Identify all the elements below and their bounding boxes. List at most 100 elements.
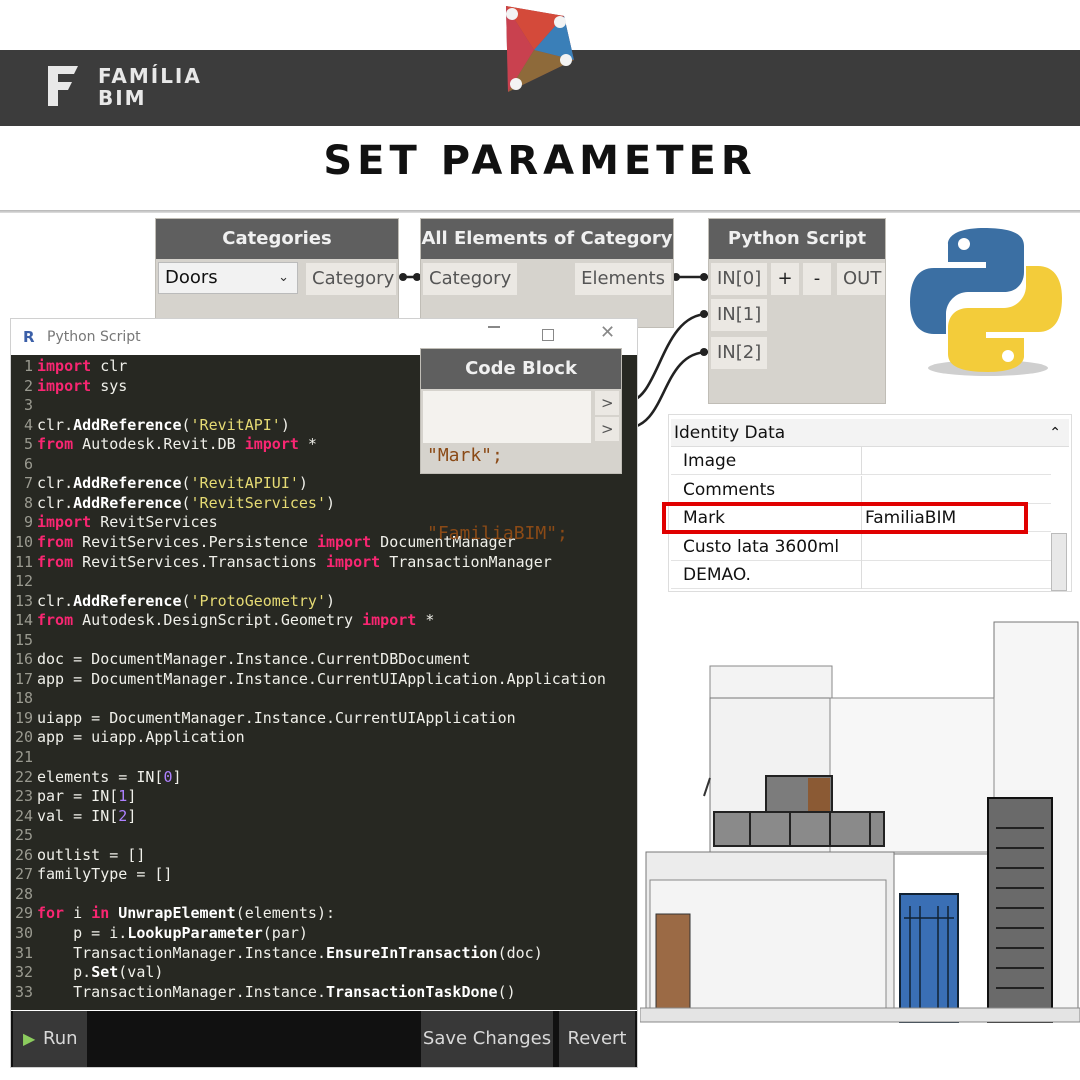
line-number: 32 <box>14 963 33 982</box>
line-number: 24 <box>14 806 33 825</box>
scrollbar[interactable] <box>1051 533 1067 591</box>
code-line: from Autodesk.Revit.DB import * <box>37 435 317 454</box>
add-input-button[interactable]: + <box>771 263 799 295</box>
revit-r-icon: R <box>23 328 35 346</box>
code-block-line-1: "Mark"; <box>427 445 503 466</box>
line-number: 4 <box>23 415 33 434</box>
python-input-port-2[interactable]: IN[2] <box>711 337 767 369</box>
code-line: import RevitServices <box>37 513 218 532</box>
line-number: 13 <box>14 591 33 610</box>
line-number: 12 <box>14 572 33 591</box>
dynamo-logo-icon <box>506 6 574 92</box>
identity-row[interactable]: Image <box>671 447 1051 475</box>
code-block-output-port-1[interactable]: > <box>595 391 619 415</box>
line-number: 21 <box>14 748 33 766</box>
code-line: app = uiapp.Application <box>37 728 245 747</box>
code-line: doc = DocumentManager.Instance.CurrentDB… <box>37 650 471 669</box>
code-line: p = i.LookupParameter(par) <box>37 923 308 942</box>
code-line: import clr <box>37 357 128 375</box>
line-number: 26 <box>14 845 33 864</box>
close-icon[interactable]: ✕ <box>600 324 615 342</box>
identity-row-value[interactable] <box>865 476 1049 504</box>
code-block-output-port-2[interactable]: > <box>595 417 619 441</box>
identity-row-label: Image <box>683 451 737 471</box>
code-line: clr.AddReference('RevitServices') <box>37 493 336 512</box>
line-number: 9 <box>23 513 33 532</box>
line-number: 15 <box>14 630 33 649</box>
revert-button[interactable]: Revert <box>559 1011 635 1067</box>
category-dropdown[interactable]: Doors ⌄ <box>158 262 298 294</box>
line-number: 25 <box>14 826 33 845</box>
maximize-icon[interactable] <box>542 329 554 341</box>
minimize-icon[interactable] <box>488 326 500 328</box>
code-block-editor[interactable]: "Mark"; "FamiliaBIM"; <box>423 391 591 544</box>
identity-row[interactable]: Custo lata 3600ml <box>671 532 1051 561</box>
column-separator <box>861 561 862 590</box>
python-input-port-1[interactable]: IN[1] <box>711 299 767 331</box>
all-elements-of-category-node[interactable]: All Elements of Category Category Elemen… <box>420 218 674 328</box>
code-line: par = IN[1] <box>37 787 137 806</box>
collapse-icon[interactable]: ⌃ <box>1049 419 1061 447</box>
category-dropdown-value: Doors <box>165 267 218 288</box>
all-elements-input-port[interactable]: Category <box>423 263 517 295</box>
line-number: 22 <box>14 767 33 786</box>
line-number: 17 <box>14 669 33 688</box>
code-line: from Autodesk.DesignScript.Geometry impo… <box>37 611 435 630</box>
code-line: val = IN[2] <box>37 806 137 825</box>
categories-node-title: Categories <box>156 219 398 259</box>
line-number: 29 <box>14 904 33 923</box>
categories-output-port[interactable]: Category <box>306 263 396 295</box>
python-window-footer: ▶ Run Save Changes Revert <box>11 1011 637 1067</box>
identity-row-value[interactable] <box>865 447 1049 475</box>
line-number: 27 <box>14 865 33 884</box>
divider <box>0 210 1080 213</box>
line-number: 18 <box>14 689 33 708</box>
code-block-node[interactable]: Code Block "Mark"; "FamiliaBIM"; > > <box>420 348 622 544</box>
play-icon: ▶ <box>23 1029 36 1048</box>
column-separator <box>861 532 862 561</box>
all-elements-output-port[interactable]: Elements <box>575 263 671 295</box>
line-number: 5 <box>23 435 33 454</box>
column-separator <box>861 447 862 475</box>
identity-row-label: DEMAO. <box>683 565 751 586</box>
python-node-title: Python Script <box>709 219 885 259</box>
run-button[interactable]: ▶ Run <box>13 1011 87 1067</box>
line-number: 14 <box>14 611 33 630</box>
python-logo-icon <box>910 228 1062 376</box>
code-line: TransactionManager.Instance.TransactionT… <box>37 982 516 1001</box>
code-line: elements = IN[0] <box>37 767 182 786</box>
code-line: familyType = [] <box>37 865 173 884</box>
code-line: app = DocumentManager.Instance.CurrentUI… <box>37 669 606 688</box>
categories-node[interactable]: Categories Doors ⌄ Category <box>155 218 399 328</box>
identity-row[interactable]: DEMAO. <box>671 561 1051 590</box>
familia-bim-logo-icon <box>48 66 78 106</box>
identity-row-value[interactable] <box>865 533 1049 561</box>
identity-row[interactable]: Comments <box>671 475 1051 504</box>
save-changes-button[interactable]: Save Changes <box>421 1011 553 1067</box>
code-line: clr.AddReference('ProtoGeometry') <box>37 591 336 610</box>
identity-row-value[interactable] <box>865 561 1049 589</box>
line-number: 3 <box>23 396 33 415</box>
line-number: 20 <box>14 728 33 747</box>
python-script-node[interactable]: Python Script IN[0] + - OUT IN[1] IN[2] <box>708 218 886 404</box>
all-elements-node-title: All Elements of Category <box>421 219 673 259</box>
line-number: 30 <box>14 923 33 942</box>
line-number: 33 <box>14 982 33 1001</box>
remove-input-button[interactable]: - <box>803 263 831 295</box>
code-block-title: Code Block <box>421 349 621 389</box>
brand-name-line2: BIM <box>98 86 147 110</box>
run-button-label: Run <box>43 1028 78 1049</box>
identity-data-header[interactable]: Identity Data ⌃ <box>671 419 1069 447</box>
page-title: SET PARAMETER <box>323 138 757 184</box>
code-line: outlist = [] <box>37 845 146 864</box>
python-input-port-0[interactable]: IN[0] <box>711 263 767 295</box>
line-number: 8 <box>23 493 33 512</box>
identity-row-label: Custo lata 3600ml <box>683 536 840 557</box>
brand-name-line1: FAMÍLIA <box>98 64 202 88</box>
line-number: 7 <box>23 474 33 493</box>
code-line: TransactionManager.Instance.EnsureInTran… <box>37 943 543 962</box>
identity-data-header-label: Identity Data <box>674 423 786 443</box>
line-number: 11 <box>14 552 33 571</box>
python-output-port[interactable]: OUT <box>837 263 885 295</box>
column-separator <box>861 475 862 504</box>
